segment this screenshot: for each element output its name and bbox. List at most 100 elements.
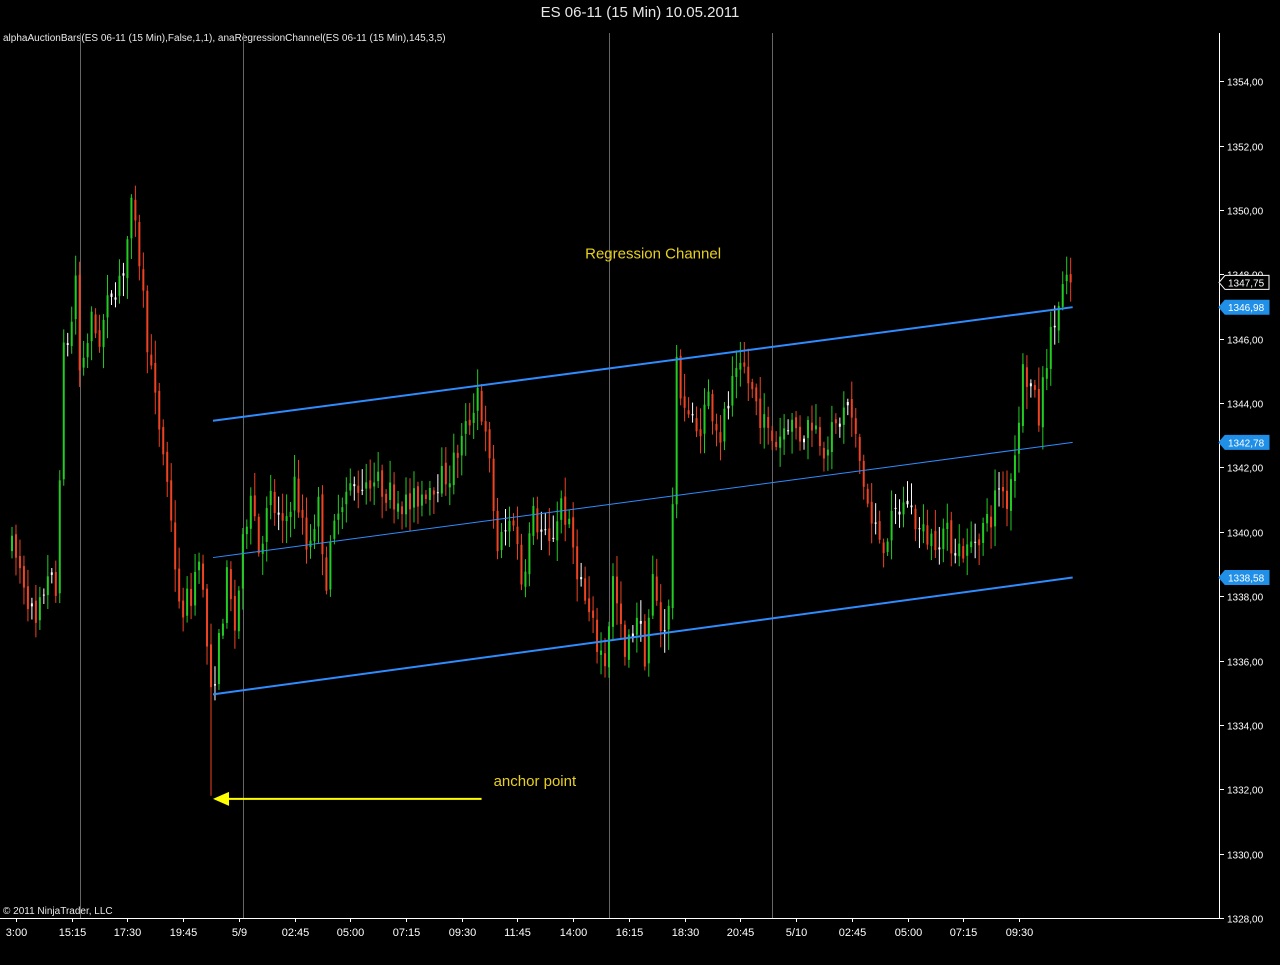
candle-body — [524, 571, 527, 587]
candle-body — [277, 512, 280, 515]
y-tick-label: 1354,00 — [1227, 78, 1264, 89]
candle-body — [926, 525, 929, 545]
candle-body — [122, 273, 125, 276]
x-tick-label: 18:30 — [672, 927, 700, 939]
candle-body — [691, 414, 694, 416]
candle-body — [974, 541, 977, 543]
candle-body — [420, 494, 423, 506]
candle-body — [82, 357, 85, 368]
candle-body — [600, 650, 603, 655]
candle-body — [1041, 377, 1044, 428]
candle-body — [460, 435, 463, 456]
candle-body — [954, 553, 957, 556]
candle-body — [341, 507, 344, 513]
candle-body — [182, 600, 185, 618]
y-tick-label: 1332,00 — [1227, 786, 1264, 797]
candle-body — [484, 421, 487, 432]
candle-body — [838, 423, 841, 427]
candle-body — [397, 503, 400, 512]
candle-body — [970, 541, 973, 548]
candle-body — [405, 494, 408, 515]
candle-body — [556, 521, 559, 541]
x-tick-label: 16:15 — [616, 927, 644, 939]
candle-body — [301, 509, 304, 518]
candle-body — [826, 449, 829, 456]
candle-body — [946, 522, 949, 530]
candle-body — [1053, 325, 1056, 328]
candle-body — [858, 437, 861, 461]
candle-body — [747, 366, 750, 384]
candle-body — [623, 624, 626, 657]
candle-body — [504, 530, 507, 532]
candle-body — [703, 404, 706, 434]
candle-body — [986, 514, 989, 524]
candle-body — [548, 528, 551, 542]
candle-body — [221, 623, 224, 636]
channel-upper-line — [212, 306, 1073, 422]
candle-body — [532, 505, 535, 536]
annotation-anchor-point: anchor point — [494, 773, 577, 790]
candle-body — [508, 520, 511, 532]
candle-body — [1009, 479, 1012, 511]
candlestick-chart[interactable]: Regression Channelanchor point 1328,0013… — [0, 0, 1280, 965]
candle-body — [114, 297, 117, 300]
candle-body — [174, 522, 177, 570]
candle-body — [102, 319, 105, 348]
candle-body — [146, 290, 149, 353]
candle-body — [186, 588, 189, 616]
candle-body — [389, 482, 392, 500]
candle-body — [787, 430, 790, 432]
candle-body — [675, 356, 678, 505]
candle-body — [225, 567, 228, 623]
candle-body — [106, 295, 109, 318]
candle-body — [799, 426, 802, 442]
candle-body — [1021, 364, 1024, 426]
candle-body — [476, 387, 479, 411]
candle-body — [456, 452, 459, 458]
candle-body — [269, 490, 272, 506]
candle-body — [755, 387, 758, 402]
y-tick-label: 1350,00 — [1227, 207, 1264, 218]
candle-body — [862, 460, 865, 487]
candle-body — [62, 342, 65, 480]
candle-body — [1045, 368, 1048, 379]
candle-body — [257, 516, 260, 554]
candle-body — [842, 407, 845, 425]
candle-body — [898, 511, 901, 515]
candle-body — [803, 438, 806, 443]
candle-body — [217, 632, 220, 685]
candle-body — [1037, 388, 1040, 426]
x-tick-label: 11:45 — [504, 927, 531, 939]
candle-body — [416, 486, 419, 507]
x-tick-label: 20:45 — [727, 927, 755, 939]
candle-body — [994, 490, 997, 527]
candle-body — [30, 603, 33, 607]
y-tick-label: 1328,00 — [1227, 915, 1264, 926]
candle-body — [615, 576, 618, 604]
candle-body — [536, 508, 539, 533]
candle-body — [958, 543, 961, 557]
candle-body — [444, 462, 447, 485]
candle-body — [213, 684, 216, 686]
candle-body — [902, 502, 905, 515]
candle-body — [922, 524, 925, 532]
candle-body — [198, 561, 201, 571]
candle-body — [596, 619, 599, 652]
candle-body — [138, 222, 141, 267]
candle-body — [468, 419, 471, 426]
channel-lower-line — [212, 576, 1073, 696]
x-tick-label: 14:00 — [560, 927, 588, 939]
candle-body — [500, 531, 503, 550]
candle-body — [178, 568, 181, 602]
candle-body — [94, 314, 97, 334]
candle-body — [791, 419, 794, 432]
candle-body — [727, 405, 730, 409]
channel-price-label: 1338,58 — [1228, 574, 1265, 585]
candle-body — [428, 488, 431, 500]
candle-body — [695, 418, 698, 432]
candle-body — [767, 416, 770, 428]
candle-body — [273, 491, 276, 514]
candle-body — [118, 275, 121, 296]
y-tick-label: 1342,00 — [1227, 464, 1264, 475]
y-tick-label: 1344,00 — [1227, 400, 1264, 411]
